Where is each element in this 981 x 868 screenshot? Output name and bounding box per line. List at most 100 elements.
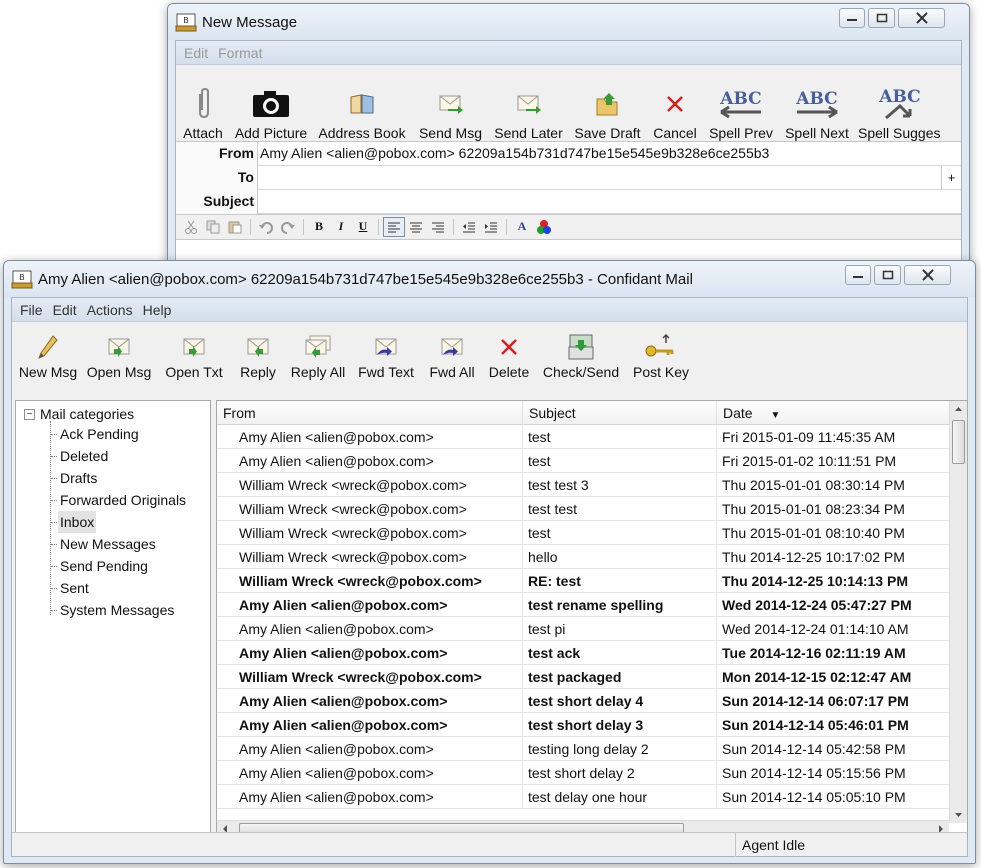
row-from: Amy Alien <alien@pobox.com>	[217, 737, 523, 761]
menu-edit[interactable]: Edit	[180, 45, 212, 61]
table-row[interactable]: William Wreck <wreck@pobox.com> test pack…	[217, 665, 949, 689]
row-from: Amy Alien <alien@pobox.com>	[217, 689, 523, 713]
row-subject: test	[523, 449, 717, 473]
to-field[interactable]	[260, 166, 941, 190]
menu-edit[interactable]: Edit	[49, 302, 81, 318]
underline-button[interactable]: U	[352, 217, 374, 237]
open-text-icon	[181, 330, 207, 364]
align-center-button[interactable]	[405, 217, 427, 237]
tree-root[interactable]: − Mail categories	[24, 404, 134, 424]
copy-icon[interactable]	[202, 217, 224, 237]
add-recipient-button[interactable]: +	[941, 166, 961, 190]
tree-item-ack-pending[interactable]: Ack Pending	[58, 423, 141, 445]
spell-prev-button[interactable]: ABC Spell Prev	[703, 65, 779, 141]
table-row[interactable]: William Wreck <wreck@pobox.com> hello Thu …	[217, 545, 949, 569]
column-from[interactable]: From	[217, 401, 523, 425]
paste-icon[interactable]	[224, 217, 246, 237]
scroll-thumb[interactable]	[952, 420, 965, 464]
maximize-icon	[876, 13, 887, 23]
table-row[interactable]: Amy Alien <alien@pobox.com> test short de…	[217, 761, 949, 785]
minimize-button[interactable]	[845, 265, 871, 285]
check-send-button[interactable]: Check/Send	[535, 322, 627, 380]
maximize-button[interactable]	[868, 8, 895, 28]
cut-icon[interactable]	[180, 217, 202, 237]
tree-item-forwarded-originals[interactable]: Forwarded Originals	[58, 489, 188, 511]
collapse-toggle[interactable]: −	[24, 408, 35, 420]
menu-file[interactable]: File	[16, 302, 47, 318]
table-row[interactable]: William Wreck <wreck@pobox.com> RE: test T…	[217, 569, 949, 593]
separator	[378, 218, 379, 235]
table-row[interactable]: Amy Alien <alien@pobox.com> test short de…	[217, 713, 949, 737]
font-color-button[interactable]: A	[511, 217, 533, 237]
reply-button[interactable]: Reply	[231, 322, 285, 380]
send-later-button[interactable]: Send Later	[489, 65, 568, 141]
tree-item-sent[interactable]: Sent	[58, 577, 91, 599]
close-button[interactable]	[898, 8, 945, 28]
table-row[interactable]: Amy Alien <alien@pobox.com> test pi Wed 20…	[217, 617, 949, 641]
outdent-button[interactable]	[458, 217, 480, 237]
row-from: Amy Alien <alien@pobox.com>	[217, 785, 523, 809]
add-picture-button[interactable]: Add Picture	[230, 65, 312, 141]
vertical-scrollbar[interactable]	[949, 401, 967, 823]
tree-item-send-pending[interactable]: Send Pending	[58, 555, 150, 577]
send-msg-button[interactable]: Send Msg	[412, 65, 489, 141]
table-row[interactable]: Amy Alien <alien@pobox.com> testing long …	[217, 737, 949, 761]
open-txt-button[interactable]: Open Txt	[157, 322, 231, 380]
minimize-button[interactable]	[839, 8, 865, 28]
attach-button[interactable]: Attach	[176, 65, 230, 141]
address-book-button[interactable]: Address Book	[312, 65, 412, 141]
delete-button[interactable]: Delete	[483, 322, 535, 380]
align-left-button[interactable]	[383, 216, 405, 237]
cancel-button[interactable]: Cancel	[647, 65, 703, 141]
table-row[interactable]: Amy Alien <alien@pobox.com> test Fri 2015-…	[217, 449, 949, 473]
main-titlebar[interactable]: B Amy Alien <alien@pobox.com> 62209a154b…	[4, 261, 975, 297]
table-row[interactable]: William Wreck <wreck@pobox.com> test test…	[217, 473, 949, 497]
spell-suggest-button[interactable]: ABC Spell Sugges	[855, 65, 945, 141]
save-draft-button[interactable]: Save Draft	[568, 65, 647, 141]
tree-item-inbox[interactable]: Inbox	[58, 511, 97, 533]
scroll-up-icon[interactable]	[950, 401, 967, 418]
align-right-button[interactable]	[427, 217, 449, 237]
undo-icon[interactable]	[255, 217, 277, 237]
separator	[250, 218, 251, 235]
table-row[interactable]: Amy Alien <alien@pobox.com> test rename s…	[217, 593, 949, 617]
cancel-icon	[665, 83, 685, 125]
from-field[interactable]: Amy Alien <alien@pobox.com> 62209a154b73…	[260, 142, 941, 166]
tree-item-drafts[interactable]: Drafts	[58, 467, 99, 489]
table-row[interactable]: William Wreck <wreck@pobox.com> test Thu 2…	[217, 521, 949, 545]
color-palette-icon[interactable]	[533, 217, 555, 237]
row-date: Sun 2014-12-14 06:07:17 PM	[722, 693, 909, 709]
table-row[interactable]: Amy Alien <alien@pobox.com> test ack Tue 2…	[217, 641, 949, 665]
subject-field[interactable]	[260, 190, 941, 214]
column-date[interactable]: Date ▼	[717, 401, 951, 425]
open-message-icon	[106, 330, 132, 364]
open-msg-button[interactable]: Open Msg	[81, 322, 157, 380]
fwd-text-button[interactable]: Fwd Text	[351, 322, 421, 380]
close-button[interactable]	[904, 265, 951, 285]
scroll-down-icon[interactable]	[950, 806, 967, 823]
table-row[interactable]: William Wreck <wreck@pobox.com> test test…	[217, 497, 949, 521]
tree-item-system-messages[interactable]: System Messages	[58, 599, 176, 621]
tree-item-deleted[interactable]: Deleted	[58, 445, 110, 467]
post-key-button[interactable]: Post Key	[627, 322, 695, 380]
table-row[interactable]: Amy Alien <alien@pobox.com> test delay on…	[217, 785, 949, 809]
menu-help[interactable]: Help	[139, 302, 176, 318]
tree-item-new-messages[interactable]: New Messages	[58, 533, 158, 555]
reply-all-button[interactable]: Reply All	[285, 322, 351, 380]
italic-button[interactable]: I	[330, 217, 352, 237]
compose-titlebar[interactable]: B New Message	[168, 4, 969, 40]
maximize-button[interactable]	[874, 265, 901, 285]
table-row[interactable]: Amy Alien <alien@pobox.com> test Fri 2015-…	[217, 425, 949, 449]
menu-actions[interactable]: Actions	[83, 302, 137, 318]
column-subject[interactable]: Subject	[523, 401, 717, 425]
spell-next-button[interactable]: ABC Spell Next	[779, 65, 855, 141]
redo-icon[interactable]	[277, 217, 299, 237]
new-msg-button[interactable]: New Msg	[15, 322, 81, 380]
menu-format[interactable]: Format	[214, 45, 266, 61]
table-row[interactable]: Amy Alien <alien@pobox.com> test short de…	[217, 689, 949, 713]
from-label: From	[176, 142, 258, 166]
bold-button[interactable]: B	[308, 217, 330, 237]
fwd-all-button[interactable]: Fwd All	[421, 322, 483, 380]
indent-button[interactable]	[480, 217, 502, 237]
svg-text:B: B	[183, 16, 189, 25]
